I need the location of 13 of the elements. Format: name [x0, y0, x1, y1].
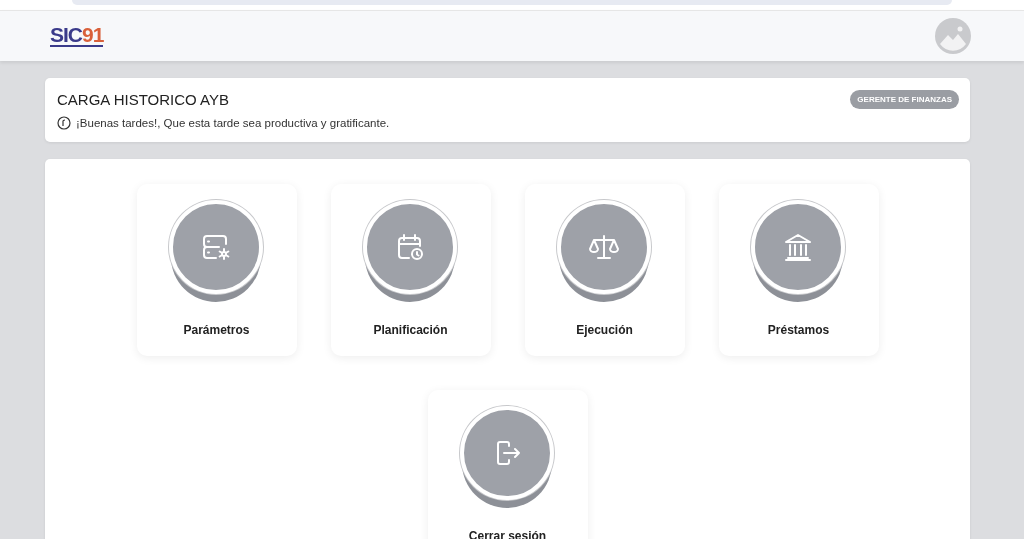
module-label: Planificación [373, 323, 448, 337]
module-tile[interactable]: Préstamos [718, 184, 879, 356]
module-tile[interactable]: Planificación [330, 184, 491, 356]
module-label: Préstamos [767, 323, 830, 337]
role-badge: GERENTE DE FINANZAS [850, 90, 959, 109]
module-label: Parámetros [183, 323, 250, 337]
page-title: CARGA HISTORICO AYB [57, 91, 229, 108]
greeting-text: ¡Buenas tardes!, Que esta tarde sea productiva y gratificante. [76, 117, 390, 129]
logo[interactable]: SIC91 [50, 25, 104, 47]
module-label: Ejecución [576, 323, 633, 337]
module-tile[interactable]: Parámetros [136, 184, 297, 356]
module-tile[interactable]: Ejecución [524, 184, 685, 356]
avatar-icon[interactable] [935, 18, 971, 54]
